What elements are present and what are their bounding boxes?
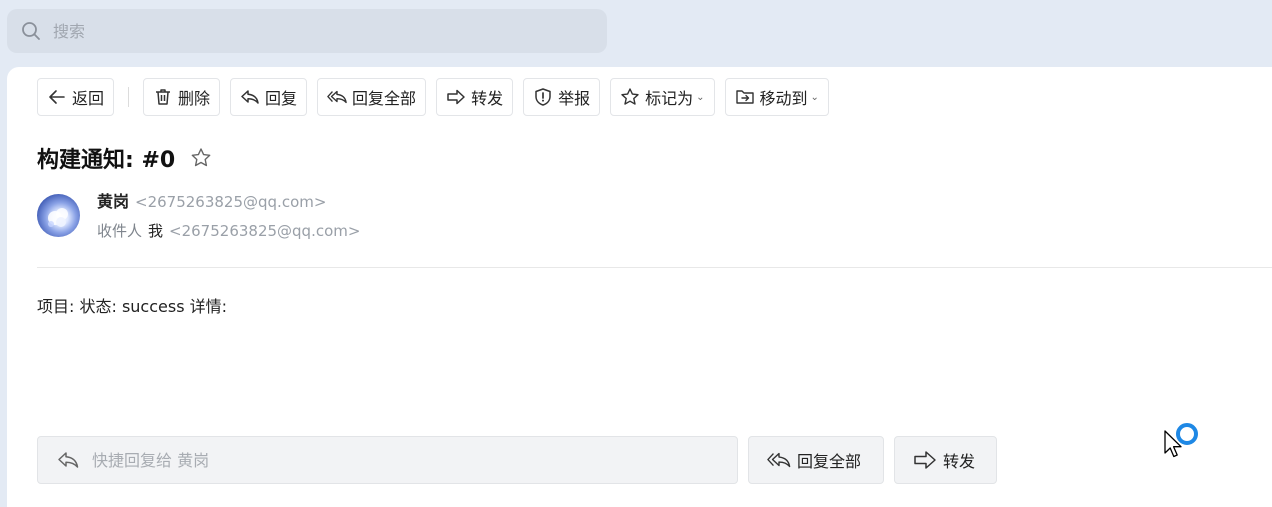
forward-icon [914,451,936,469]
recipient-address: <2675263825@qq.com> [169,222,361,240]
delete-label: 删除 [178,89,211,108]
quick-forward-button[interactable]: 转发 [894,436,997,484]
back-label: 返回 [72,89,105,108]
report-button[interactable]: 举报 [523,78,601,116]
email-subject: 构建通知: #0 [37,142,213,174]
forward-icon [447,89,465,105]
shield-alert-icon [535,88,551,106]
email-panel: 返回 删除 回复 回复全部 转发 举报 标记为 ⌄ 移动到 ⌄ 构建通知: #0… [7,67,1272,507]
recipient-name[interactable]: 我 [148,222,163,240]
sender-address: <2675263825@qq.com> [135,193,327,211]
quick-reply-all-button[interactable]: 回复全部 [748,436,884,484]
reply-all-label: 回复全部 [352,89,417,108]
delete-button[interactable]: 删除 [143,78,221,116]
reply-icon [58,452,79,468]
search-input[interactable] [51,20,575,42]
sender-info: 黄岗 <2675263825@qq.com> [97,191,326,213]
arrow-left-icon [49,90,65,104]
chevron-down-icon: ⌄ [810,91,819,103]
reply-all-icon [327,90,347,104]
forward-label: 转发 [471,89,504,108]
mouse-cursor-icon [1164,430,1182,458]
chevron-down-icon: ⌄ [696,91,705,103]
email-body: 项目: 状态: success 详情: [37,297,228,316]
mark-as-label: 标记为 [645,89,694,108]
search-icon [22,22,40,40]
forward-button[interactable]: 转发 [436,78,514,116]
reply-label: 回复 [265,89,298,108]
move-to-label: 移动到 [759,89,808,108]
avatar-image [48,208,68,227]
sender-name[interactable]: 黄岗 [97,192,129,211]
reply-button[interactable]: 回复 [230,78,308,116]
recipient-info: 收件人我 <2675263825@qq.com> [97,220,360,242]
move-to-dropdown[interactable]: 移动到 ⌄ [724,78,829,116]
mark-as-dropdown[interactable]: 标记为 ⌄ [610,78,715,116]
quick-forward-label: 转发 [943,452,976,471]
quick-reply-input[interactable] [90,449,694,471]
subject-text: 构建通知: #0 [37,148,176,173]
search-bar[interactable] [7,9,607,53]
report-label: 举报 [558,89,591,108]
quick-reply-all-label: 回复全部 [797,452,862,471]
star-icon [621,88,639,105]
recipient-label: 收件人 [97,222,143,240]
trash-icon [156,89,171,105]
reply-all-icon [767,452,791,468]
toolbar-divider [128,87,130,107]
reply-icon [241,90,259,104]
email-toolbar: 返回 删除 回复 回复全部 转发 举报 标记为 ⌄ 移动到 ⌄ [37,78,839,116]
sender-avatar[interactable] [37,194,80,237]
star-outline-icon[interactable] [189,146,213,170]
back-button[interactable]: 返回 [37,78,115,116]
header-divider [37,267,1272,268]
folder-move-icon [735,90,754,104]
reply-all-button[interactable]: 回复全部 [317,78,427,116]
quick-reply-box[interactable] [37,436,738,484]
